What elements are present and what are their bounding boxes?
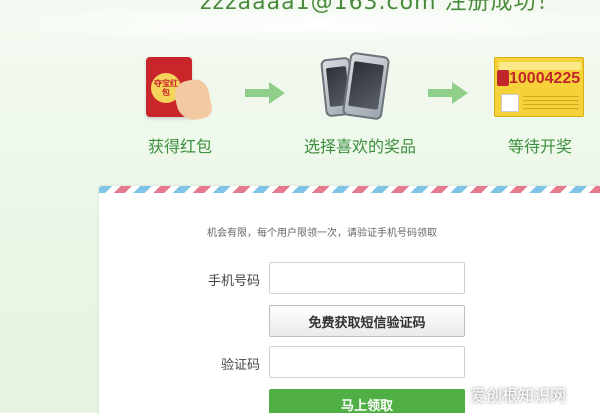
phone-number-input[interactable]	[269, 262, 465, 294]
smartphone-front-icon	[341, 51, 391, 121]
verification-code-label: 验证码	[220, 358, 260, 373]
airmail-stripe-border	[99, 186, 600, 193]
step-label-get-red-envelope: 获得红包	[147, 137, 212, 156]
claim-notice-text: 机会有限，每个用户限领一次，请验证手机号码领取	[207, 228, 437, 239]
get-sms-code-button[interactable]: 免费获取短信验证码	[269, 305, 465, 337]
step-label-wait-for-draw: 等待开奖	[507, 137, 572, 156]
phone-number-label: 手机号码	[207, 274, 260, 289]
arrow-right-icon	[428, 82, 468, 104]
site-watermark: 爱创根知识网	[470, 386, 567, 405]
step-label-choose-prize: 选择喜欢的奖品	[303, 137, 416, 156]
lottery-ticket-icon: 10004225	[494, 57, 584, 117]
claim-form-panel	[99, 186, 600, 413]
registration-success-message: zzzaaaa1@163.com 注册成功！	[200, 0, 560, 15]
claim-now-button[interactable]: 马上领取	[269, 389, 465, 413]
arrow-right-icon	[245, 82, 285, 104]
ticket-number: 10004225	[509, 70, 581, 87]
verification-code-input[interactable]	[269, 346, 465, 378]
